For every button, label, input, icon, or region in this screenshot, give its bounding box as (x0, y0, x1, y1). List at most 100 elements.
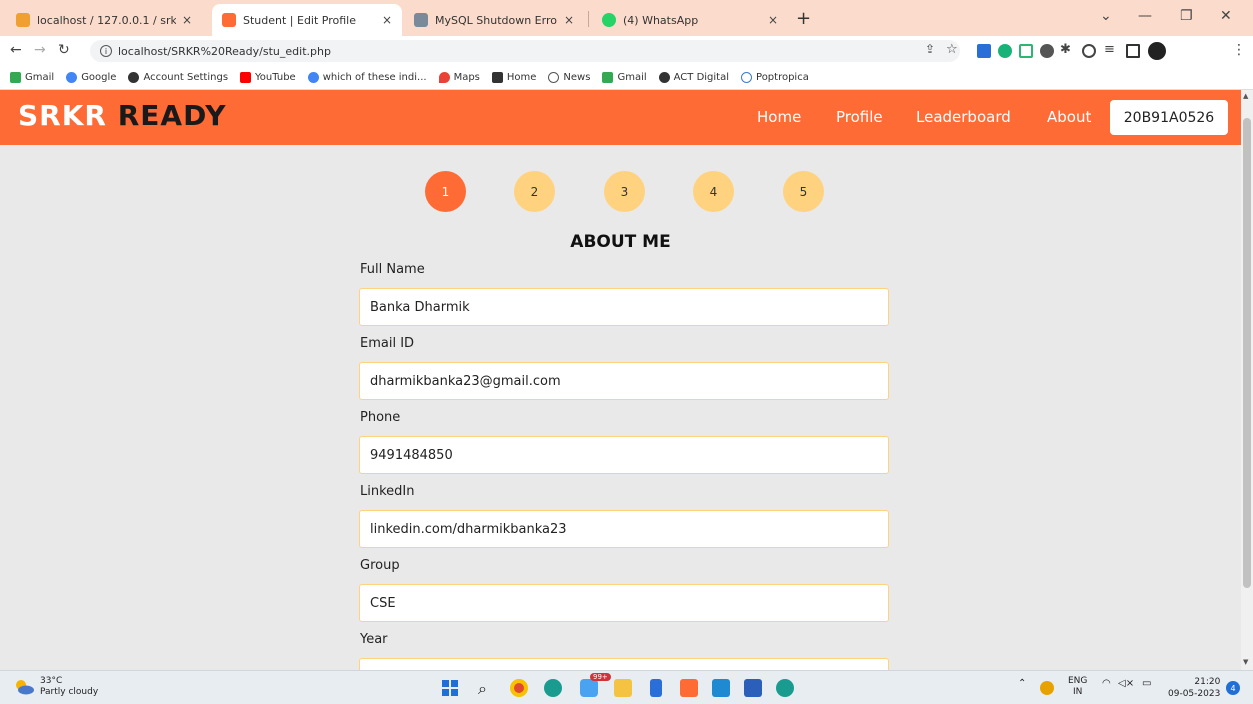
teams-icon[interactable] (580, 679, 598, 697)
weather-text: Partly cloudy (40, 687, 99, 697)
bookmarks-bar: Gmail Google Account Settings YouTube wh… (0, 66, 1253, 90)
tab-title: MySQL Shutdown Error. (435, 13, 558, 27)
email-input[interactable]: dharmikbanka23@gmail.com (359, 362, 889, 400)
chrome-icon[interactable] (510, 679, 528, 697)
window-close-icon[interactable]: ✕ (1220, 8, 1232, 24)
bookmark-google-search[interactable]: which of these indi... (307, 72, 427, 83)
word-icon[interactable] (744, 679, 762, 697)
gmail-icon (10, 72, 21, 83)
tab-search-chevron-icon[interactable]: ⌄ (1100, 8, 1112, 24)
group-label: Group (360, 558, 400, 573)
url-input[interactable]: i localhost/SRKR%20Ready/stu_edit.php (90, 40, 960, 62)
extension-mail-icon[interactable] (1019, 44, 1033, 58)
step-2[interactable]: 2 (514, 171, 555, 212)
side-panel-icon[interactable] (1126, 44, 1140, 58)
menu-kebab-icon[interactable]: ⋮ (1232, 42, 1246, 58)
back-icon[interactable]: ← (10, 42, 22, 58)
vscode-icon[interactable] (712, 679, 730, 697)
page-scrollbar[interactable]: ▲ ▼ (1241, 90, 1253, 670)
windows-taskbar: 33°C Partly cloudy ⌕ 99+ ⌃ ENG IN ◠ ◁× ▭… (0, 670, 1253, 704)
extensions-puzzle-icon[interactable]: ✱ (1060, 42, 1071, 57)
site-favicon-icon (222, 13, 236, 27)
scroll-thumb[interactable] (1243, 118, 1251, 588)
tray-app-icon[interactable] (1040, 681, 1054, 695)
nav-leaderboard[interactable]: Leaderboard (916, 108, 1011, 126)
nav-profile[interactable]: Profile (836, 108, 883, 126)
bookmark-youtube[interactable]: YouTube (240, 72, 296, 83)
step-1[interactable]: 1 (425, 171, 466, 212)
step-4[interactable]: 4 (693, 171, 734, 212)
gmail-icon (602, 72, 614, 83)
reload-icon[interactable]: ↻ (58, 42, 70, 58)
bookmark-star-icon[interactable]: ☆ (946, 42, 958, 57)
windows-start-icon[interactable] (441, 679, 459, 697)
restore-icon[interactable]: ❐ (1180, 8, 1193, 24)
language-indicator[interactable]: ENG IN (1068, 676, 1087, 698)
scroll-up-icon[interactable]: ▲ (1243, 92, 1248, 100)
linkedin-input[interactable]: linkedin.com/dharmikbanka23 (359, 510, 889, 548)
phpmyadmin-icon (16, 13, 30, 27)
site-info-icon[interactable]: i (100, 45, 112, 57)
bookmark-gmail[interactable]: Gmail (10, 72, 54, 83)
temperature: 33°C (40, 676, 63, 686)
bookmark-google[interactable]: Google (66, 72, 116, 83)
edge-dev-icon[interactable] (776, 679, 794, 697)
year-input[interactable] (359, 658, 889, 670)
battery-icon[interactable]: ▭ (1142, 678, 1151, 689)
email-label: Email ID (360, 336, 415, 351)
step-3[interactable]: 3 (604, 171, 645, 212)
edge-icon[interactable] (544, 679, 562, 697)
bookmark-gmail-2[interactable]: Gmail (602, 72, 647, 83)
reading-list-icon[interactable]: ≡ (1104, 42, 1115, 57)
tab-title: Student | Edit Profile (243, 13, 357, 27)
linkedin-label: LinkedIn (360, 484, 415, 499)
weather-widget[interactable]: 33°C Partly cloudy (14, 676, 98, 698)
site-logo[interactable]: SRKR READY (18, 99, 227, 132)
minimize-icon[interactable]: — (1138, 8, 1152, 24)
step-5[interactable]: 5 (783, 171, 824, 212)
tab-mysql-error[interactable]: MySQL Shutdown Error. × (404, 4, 584, 36)
bookmark-home[interactable]: Home (491, 72, 536, 83)
phone-input[interactable]: 9491484850 (359, 436, 889, 474)
volume-mute-icon[interactable]: ◁× (1118, 678, 1134, 689)
extension-pen-icon[interactable] (977, 44, 991, 58)
xampp-icon[interactable] (680, 679, 698, 697)
system-clock[interactable]: 21:20 09-05-2023 (1168, 676, 1220, 700)
close-icon[interactable]: × (382, 13, 392, 27)
bookmark-maps[interactable]: Maps (438, 72, 480, 83)
file-explorer-icon[interactable] (614, 679, 632, 697)
section-title: ABOUT ME (570, 232, 671, 252)
wifi-icon[interactable]: ◠ (1102, 678, 1111, 689)
share-icon[interactable]: ⇪ (925, 42, 935, 56)
user-id-button[interactable]: 20B91A0526 (1110, 100, 1228, 135)
bookmark-news[interactable]: News (548, 72, 590, 83)
new-tab-button[interactable]: + (796, 8, 811, 29)
full-name-input[interactable]: Banka Dharmik (359, 288, 889, 326)
extension-grammarly-icon[interactable] (998, 44, 1012, 58)
tray-chevron-icon[interactable]: ⌃ (1018, 678, 1026, 689)
globe-icon (128, 72, 140, 83)
profile-avatar-icon[interactable] (1148, 42, 1166, 60)
group-input[interactable]: CSE (359, 584, 889, 622)
extension-circle-icon[interactable] (1082, 44, 1096, 58)
forward-icon[interactable]: → (34, 42, 46, 58)
nav-home[interactable]: Home (757, 108, 801, 126)
notepad-icon[interactable] (650, 679, 662, 697)
tab-edit-profile[interactable]: Student | Edit Profile × (212, 4, 402, 36)
close-icon[interactable]: × (564, 13, 574, 27)
close-icon[interactable]: × (182, 13, 192, 27)
partly-cloudy-icon (16, 680, 34, 695)
tab-phpmyadmin[interactable]: localhost / 127.0.0.1 / srkr ready / × (6, 4, 202, 36)
scroll-down-icon[interactable]: ▼ (1243, 658, 1248, 666)
nav-about[interactable]: About (1047, 108, 1091, 126)
close-icon[interactable]: × (768, 13, 778, 27)
bookmark-account-settings[interactable]: Account Settings (128, 72, 228, 83)
notification-center-icon[interactable]: 4 (1226, 681, 1240, 695)
tab-whatsapp[interactable]: (4) WhatsApp × (592, 4, 788, 36)
browser-tab-bar: localhost / 127.0.0.1 / srkr ready / × S… (0, 0, 1253, 36)
bookmark-act-digital[interactable]: ACT Digital (658, 72, 729, 83)
bookmark-poptropica[interactable]: Poptropica (741, 72, 809, 83)
extension-icon[interactable] (1040, 44, 1054, 58)
poptropica-icon (741, 72, 753, 83)
search-icon[interactable]: ⌕ (478, 679, 496, 698)
